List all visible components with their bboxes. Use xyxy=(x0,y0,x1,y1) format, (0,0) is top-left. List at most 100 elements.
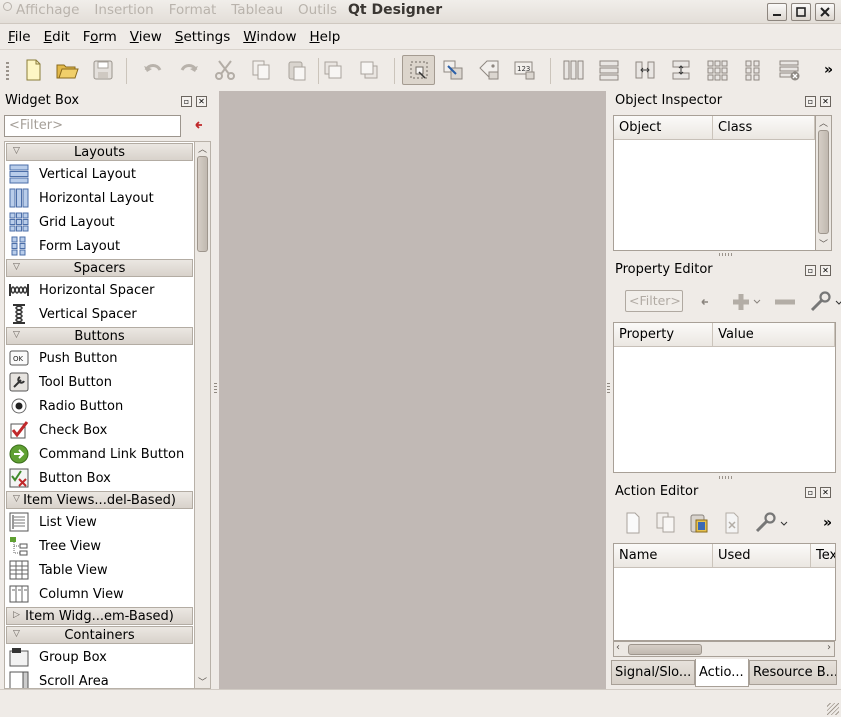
edit-buddies-button[interactable] xyxy=(474,55,504,85)
scroll-down-icon[interactable]: ﹀ xyxy=(198,675,207,688)
resize-grip[interactable] xyxy=(719,476,733,479)
new-form-button[interactable] xyxy=(18,55,48,85)
column-header-object[interactable]: Object xyxy=(614,116,714,139)
scrollbar-thumb[interactable] xyxy=(628,644,702,655)
category-containers[interactable]: ▽ Containers xyxy=(6,626,193,644)
scroll-up-icon[interactable]: ︿ xyxy=(819,116,828,129)
new-action-icon[interactable] xyxy=(621,511,645,535)
category-buttons[interactable]: ▽ Buttons xyxy=(6,327,193,345)
paste-action-icon[interactable] xyxy=(687,511,711,535)
widget-scroll-area[interactable]: Scroll Area xyxy=(5,669,194,688)
tab-resource-browser[interactable]: Resource B... xyxy=(749,660,837,685)
widget-grid-layout[interactable]: Grid Layout xyxy=(5,210,194,234)
widget-horizontal-spacer[interactable]: Horizontal Spacer xyxy=(5,278,194,302)
scroll-left-icon[interactable]: ‹ xyxy=(616,642,620,653)
maximize-button[interactable] xyxy=(791,3,811,21)
widget-command-link-button[interactable]: Command Link Button xyxy=(5,442,194,466)
menu-window[interactable]: Window xyxy=(243,29,296,45)
category-item-views[interactable]: ▽ Item Views...del-Based) xyxy=(6,491,193,509)
widget-check-box[interactable]: Check Box xyxy=(5,418,194,442)
widget-form-layout[interactable]: Form Layout xyxy=(5,234,194,258)
close-button[interactable] xyxy=(815,3,835,21)
widget-vertical-layout[interactable]: Vertical Layout xyxy=(5,162,194,186)
lay-out-vertically-button[interactable] xyxy=(594,55,624,85)
delete-action-icon[interactable] xyxy=(720,511,744,535)
left-splitter[interactable] xyxy=(213,91,218,689)
widget-list-view[interactable]: List View xyxy=(5,510,194,534)
category-spacers[interactable]: ▽ Spacers xyxy=(6,259,193,277)
menu-edit[interactable]: Edit xyxy=(44,29,70,45)
lay-out-vertical-splitter-button[interactable] xyxy=(666,55,696,85)
minimize-button[interactable] xyxy=(767,3,787,21)
clear-filter-icon[interactable] xyxy=(693,290,717,314)
property-table[interactable]: Property Value xyxy=(613,322,836,473)
configure-icon[interactable] xyxy=(753,511,789,535)
widget-vertical-spacer[interactable]: Vertical Spacer xyxy=(5,302,194,326)
close-icon[interactable]: ✕ xyxy=(820,265,831,276)
save-button[interactable] xyxy=(88,55,118,85)
redo-button[interactable] xyxy=(174,55,204,85)
action-toolbar-overflow-button[interactable]: » xyxy=(823,515,833,531)
menu-settings[interactable]: Settings xyxy=(175,29,230,45)
toolbar-overflow-button[interactable]: » xyxy=(824,62,833,78)
lay-out-grid-button[interactable] xyxy=(702,55,732,85)
widget-button-box[interactable]: Button Box xyxy=(5,466,194,490)
column-header-property[interactable]: Property xyxy=(614,323,714,346)
add-property-icon[interactable] xyxy=(726,290,762,314)
lay-out-form-button[interactable] xyxy=(738,55,768,85)
category-layouts[interactable]: ▽ Layouts xyxy=(6,143,193,161)
category-item-widgets[interactable]: ▷ Item Widg...em-Based) xyxy=(6,607,193,625)
close-icon[interactable]: ✕ xyxy=(196,96,207,107)
remove-property-icon[interactable] xyxy=(771,290,799,314)
scrollbar-thumb[interactable] xyxy=(818,130,829,234)
float-icon[interactable]: ▫ xyxy=(181,96,192,107)
close-icon[interactable]: ✕ xyxy=(820,96,831,107)
scroll-down-icon[interactable]: ﹀ xyxy=(819,237,828,250)
action-table-hscrollbar[interactable]: ‹ › xyxy=(613,641,835,657)
scroll-right-icon[interactable]: › xyxy=(827,642,831,653)
widget-group-box[interactable]: Group Box xyxy=(5,645,194,669)
widget-list-scrollbar[interactable]: ︿ ﹀ xyxy=(195,141,211,689)
action-table[interactable]: Name Used Tex xyxy=(613,543,836,641)
float-icon[interactable]: ▫ xyxy=(805,265,816,276)
undo-button[interactable] xyxy=(138,55,168,85)
configure-icon[interactable] xyxy=(808,290,841,314)
copy-action-icon[interactable] xyxy=(654,511,678,535)
paste-button[interactable] xyxy=(282,55,312,85)
column-header-name[interactable]: Name xyxy=(614,544,713,567)
size-grip[interactable] xyxy=(827,703,839,715)
column-header-class[interactable]: Class xyxy=(713,116,815,139)
widget-table-view[interactable]: Table View xyxy=(5,558,194,582)
cut-button[interactable] xyxy=(210,55,240,85)
toolbar-grip[interactable] xyxy=(6,62,9,80)
bring-to-front-button[interactable] xyxy=(354,55,384,85)
copy-button[interactable] xyxy=(246,55,276,85)
property-filter-input[interactable]: <Filter> xyxy=(625,290,683,312)
send-to-back-button[interactable] xyxy=(318,55,348,85)
edit-widgets-button[interactable] xyxy=(402,55,435,85)
menu-help[interactable]: Help xyxy=(310,29,341,45)
close-icon[interactable]: ✕ xyxy=(820,487,831,498)
resize-grip[interactable] xyxy=(719,253,733,256)
object-tree[interactable]: Object Class xyxy=(613,115,816,251)
widget-tree-view[interactable]: Tree View xyxy=(5,534,194,558)
widget-filter-input[interactable]: <Filter> xyxy=(4,115,181,137)
scrollbar-thumb[interactable] xyxy=(197,156,208,252)
lay-out-horizontal-splitter-button[interactable] xyxy=(630,55,660,85)
column-header-value[interactable]: Value xyxy=(713,323,835,346)
menu-form[interactable]: Form xyxy=(83,29,117,45)
scroll-up-icon[interactable]: ︿ xyxy=(198,142,207,155)
column-header-used[interactable]: Used xyxy=(713,544,811,567)
widget-radio-button[interactable]: Radio Button xyxy=(5,394,194,418)
float-icon[interactable]: ▫ xyxy=(805,487,816,498)
column-header-text[interactable]: Tex xyxy=(811,544,835,567)
menu-file[interactable]: File xyxy=(8,29,31,45)
edit-tab-order-button[interactable]: 123 xyxy=(510,55,540,85)
tab-action-editor[interactable]: Actio... xyxy=(695,659,749,687)
open-button[interactable] xyxy=(52,55,82,85)
clear-filter-icon[interactable] xyxy=(194,120,204,133)
edit-signals-slots-button[interactable] xyxy=(438,55,468,85)
widget-horizontal-layout[interactable]: Horizontal Layout xyxy=(5,186,194,210)
break-layout-button[interactable] xyxy=(774,55,804,85)
widget-column-view[interactable]: Column View xyxy=(5,582,194,606)
